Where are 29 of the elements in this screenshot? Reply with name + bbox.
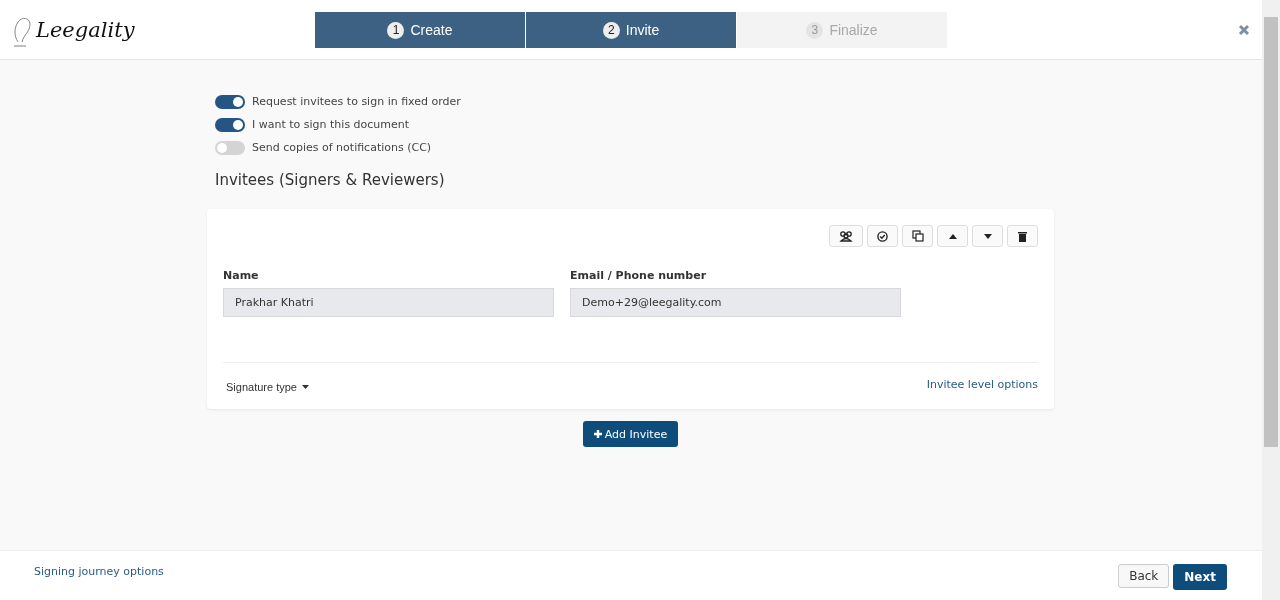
- caret-down-icon[interactable]: [972, 225, 1003, 247]
- close-button[interactable]: [1238, 24, 1250, 36]
- group-icon[interactable]: [829, 225, 863, 247]
- add-invitee-button[interactable]: Add Invitee: [582, 421, 679, 447]
- plus-icon: [593, 430, 602, 438]
- toggle-label: Request invitees to sign in fixed order: [252, 95, 461, 108]
- toggle-switch[interactable]: [215, 117, 245, 132]
- field-label: Email / Phone number: [570, 269, 708, 282]
- toggle-switch[interactable]: [215, 140, 245, 155]
- logo: Leegality: [36, 18, 135, 42]
- trash-icon[interactable]: [1007, 225, 1038, 247]
- section-title: Invitees (Signers & Reviewers): [215, 171, 446, 189]
- signature-type-dropdown[interactable]: Signature type: [223, 381, 312, 393]
- invitee-options-link[interactable]: Invitee level options: [926, 377, 1038, 391]
- input-field[interactable]: Prakhar Khatri: [223, 288, 554, 317]
- caret-up-icon[interactable]: [937, 225, 968, 247]
- input-field[interactable]: Demo+29@leegality.com: [570, 288, 901, 317]
- next-button[interactable]: Next: [1173, 563, 1227, 590]
- toggle-label: Send copies of notifications (CC): [252, 141, 432, 154]
- signing-options-link[interactable]: Signing journey options: [34, 565, 164, 578]
- step-tab[interactable]: 1 Create: [315, 12, 525, 48]
- field-label: Name: [223, 269, 260, 282]
- step-tab[interactable]: 2 Invite: [526, 12, 736, 48]
- copy-icon[interactable]: [902, 225, 933, 247]
- scrollbar[interactable]: [1262, 0, 1280, 600]
- toggle-label: I want to sign this document: [252, 118, 410, 131]
- caret-down-icon: [301, 385, 309, 389]
- toggle-switch[interactable]: [215, 94, 245, 109]
- back-button[interactable]: Back: [1118, 563, 1170, 588]
